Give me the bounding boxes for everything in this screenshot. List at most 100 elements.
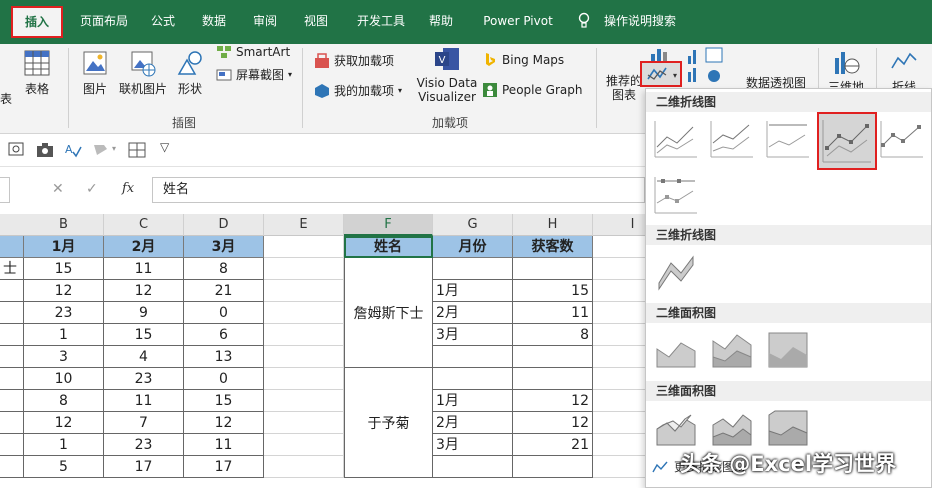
line-with-markers-thumb[interactable] [817, 112, 877, 170]
table-cell[interactable]: 4 [104, 346, 184, 368]
cell[interactable] [264, 302, 344, 324]
table-cell[interactable]: 21 [513, 434, 593, 456]
table-cell[interactable]: 23 [24, 302, 104, 324]
get-addins-button[interactable]: 获取加载项 [314, 52, 394, 69]
cell[interactable] [593, 258, 645, 280]
table-cell[interactable]: 1 [24, 434, 104, 456]
table-cell[interactable]: 10 [24, 368, 104, 390]
table-cell[interactable]: 15 [513, 280, 593, 302]
column-header-c[interactable]: C [104, 214, 184, 236]
my-addins-button[interactable]: 我的加载项 ▾ [314, 82, 402, 99]
table-cell[interactable]: 6 [184, 324, 264, 346]
worksheet[interactable]: BCDEFGHI 1月 2月 3月士 15 11 8 12 12 21 23 9 0 1 15 6 3 4 13 1… [0, 214, 645, 488]
cell[interactable] [593, 236, 645, 258]
table-cell[interactable]: 1 [24, 324, 104, 346]
cell[interactable] [593, 390, 645, 412]
formula-input[interactable]: 姓名 [152, 177, 645, 203]
cell[interactable] [264, 346, 344, 368]
table-cell[interactable] [0, 346, 24, 368]
table-cell[interactable]: 0 [184, 368, 264, 390]
table-cell[interactable]: 12 [24, 412, 104, 434]
column-header-e[interactable]: E [264, 214, 344, 236]
header-cell[interactable]: 月份 [433, 236, 513, 258]
tab-help[interactable]: 帮助 [426, 6, 456, 36]
recommended-charts-button[interactable]: 推荐的 图表 [604, 74, 644, 102]
table-cell[interactable]: 12 [24, 280, 104, 302]
100pct-line-markers-thumb[interactable] [653, 173, 699, 217]
cell[interactable] [264, 258, 344, 280]
online-picture-button[interactable]: 联机图片 [118, 48, 168, 97]
table-cell[interactable] [0, 302, 24, 324]
table-cell[interactable]: 2月 [433, 412, 513, 434]
table-cell[interactable]: 23 [104, 434, 184, 456]
enter-icon[interactable]: ✓ [86, 181, 98, 197]
grid-icon[interactable] [128, 142, 146, 158]
visio-button[interactable]: V Visio Data Visualizer [416, 46, 478, 104]
column-header-b[interactable]: B [24, 214, 104, 236]
picture-button[interactable]: 图片 [78, 48, 112, 97]
table-cell[interactable]: 士 [0, 258, 24, 280]
table-cell[interactable]: 11 [513, 302, 593, 324]
cell[interactable] [264, 390, 344, 412]
tab-review[interactable]: 审阅 [250, 6, 280, 36]
table-cell[interactable]: 11 [104, 258, 184, 280]
other-charts-icons[interactable] [686, 46, 726, 86]
smartart-button[interactable]: SmartArt [216, 44, 290, 60]
table-cell[interactable]: 23 [104, 368, 184, 390]
cancel-icon[interactable]: ✕ [52, 181, 64, 197]
table-cell[interactable]: 1月 [433, 280, 513, 302]
table-cell[interactable] [433, 346, 513, 368]
table-cell[interactable]: 3月 [433, 434, 513, 456]
table-cell[interactable]: 2月 [433, 302, 513, 324]
table-cell[interactable]: 17 [104, 456, 184, 478]
column-header-h[interactable]: H [513, 214, 593, 236]
header-cell[interactable]: 1月 [24, 236, 104, 258]
table-button[interactable]: 表格 [20, 48, 54, 97]
table-cell[interactable] [513, 346, 593, 368]
column-header-d[interactable]: D [184, 214, 264, 236]
table-cell[interactable]: 7 [104, 412, 184, 434]
table-cell[interactable] [433, 456, 513, 478]
chevron-down-icon[interactable]: ▾ [112, 144, 116, 153]
table-cell[interactable]: 5 [24, 456, 104, 478]
table-cell[interactable]: 15 [184, 390, 264, 412]
table-cell[interactable] [433, 258, 513, 280]
table-cell[interactable] [0, 368, 24, 390]
merged-name-cell[interactable]: 詹姆斯下士 [344, 258, 433, 368]
spell-check-icon[interactable]: A [64, 142, 82, 158]
table-cell[interactable]: 3 [24, 346, 104, 368]
table-cell[interactable] [0, 390, 24, 412]
zoom-icon[interactable] [8, 142, 26, 158]
table-cell[interactable] [0, 412, 24, 434]
cell[interactable] [593, 412, 645, 434]
tab-view[interactable]: 视图 [301, 6, 331, 36]
table-cell[interactable]: 17 [184, 456, 264, 478]
table-cell[interactable]: 3月 [433, 324, 513, 346]
screenshot-button[interactable]: 屏幕截图 ▾ [216, 66, 292, 83]
header-cell[interactable]: 姓名 [344, 236, 433, 258]
table-cell[interactable]: 11 [184, 434, 264, 456]
table-cell[interactable] [433, 368, 513, 390]
cell[interactable] [593, 324, 645, 346]
people-graph-button[interactable]: People Graph [482, 82, 583, 98]
cell[interactable] [593, 346, 645, 368]
bing-maps-button[interactable]: Bing Maps [482, 52, 564, 68]
table-cell[interactable]: 8 [24, 390, 104, 412]
line-chart-dropdown-button[interactable]: ▾ [640, 61, 682, 87]
tab-power-pivot[interactable]: Power Pivot [478, 6, 558, 36]
table-cell[interactable] [513, 456, 593, 478]
table-cell[interactable]: 1月 [433, 390, 513, 412]
header-cell[interactable]: 3月 [184, 236, 264, 258]
100pct-stacked-line-thumb[interactable] [765, 117, 811, 161]
column-header-g[interactable]: G [433, 214, 513, 236]
cell[interactable] [593, 434, 645, 456]
tab-formulas[interactable]: 公式 [148, 6, 178, 36]
cell[interactable] [264, 280, 344, 302]
header-cell[interactable]: 2月 [104, 236, 184, 258]
insert-function-button[interactable]: fx [122, 181, 134, 196]
3d-area-thumb[interactable] [653, 405, 699, 449]
table-cell[interactable] [0, 434, 24, 456]
cell[interactable] [264, 456, 344, 478]
stacked-area-thumb[interactable] [709, 327, 755, 371]
table-cell[interactable]: 15 [24, 258, 104, 280]
